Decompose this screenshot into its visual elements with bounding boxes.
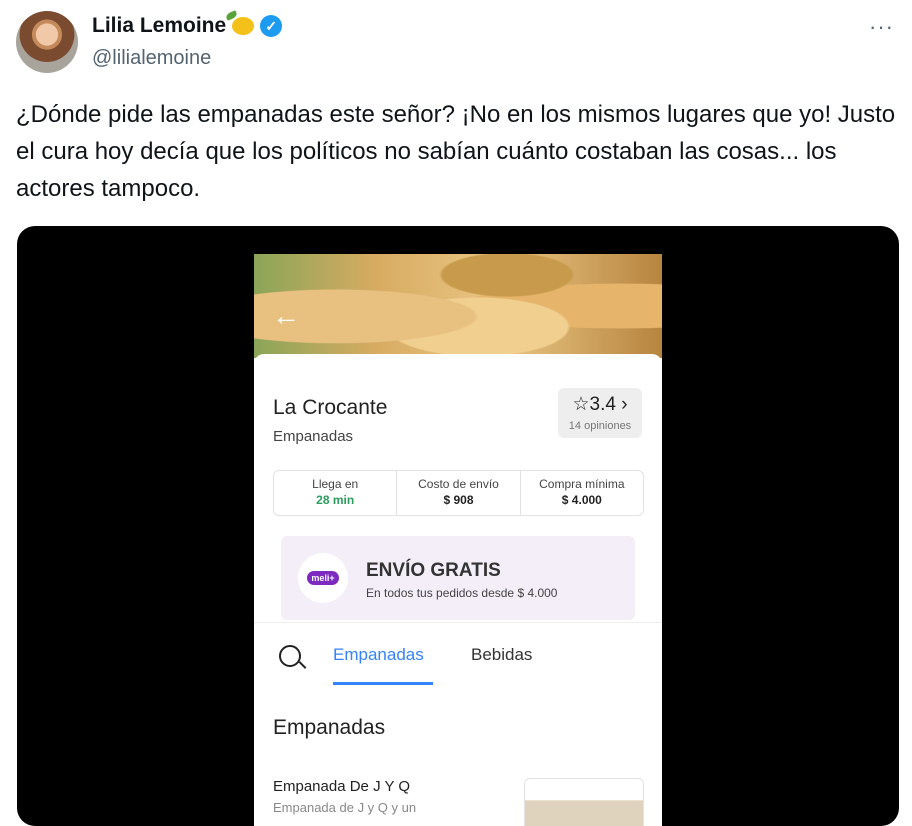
promo-subtitle: En todos tus pedidos desde $ 4.000: [366, 586, 558, 600]
rating-score: ☆3.4 ›: [572, 394, 628, 415]
avatar[interactable]: [16, 11, 78, 73]
store-card: La Crocante Empanadas ☆3.4 › 14 opinione…: [254, 354, 662, 826]
rating-box: ☆3.4 › 14 opiniones: [558, 388, 642, 438]
more-options-icon[interactable]: ···: [869, 14, 894, 40]
eta-info: Llega en 28 min: [274, 471, 398, 515]
author-name[interactable]: Lilia Lemoine ✓: [92, 14, 283, 38]
shipping-info: Costo de envío $ 908: [397, 471, 521, 515]
meli-plus-badge: meli+: [307, 571, 339, 585]
free-shipping-banner: meli+ ENVÍO GRATIS En todos tus pedidos …: [281, 536, 635, 620]
eta-value: 28 min: [316, 493, 355, 507]
active-tab-indicator: [333, 682, 433, 685]
tab-bebidas: Bebidas: [471, 645, 533, 664]
section-title: Empanadas: [273, 716, 386, 739]
back-arrow-icon: ←: [272, 300, 300, 331]
author-name-text[interactable]: Lilia Lemoine: [92, 14, 226, 38]
eta-label: Llega en: [312, 477, 359, 491]
minimum-info: Compra mínima $ 4.000: [521, 471, 643, 515]
minimum-label: Compra mínima: [539, 477, 625, 491]
menu-tabs: Empanadas Bebidas: [254, 622, 662, 685]
item-name: Empanada De J Y Q: [273, 778, 411, 795]
item-thumbnail: [524, 778, 644, 826]
verified-badge-icon: ✓: [260, 15, 283, 37]
shipping-value: $ 908: [443, 493, 474, 507]
lemon-emoji-icon: [232, 17, 255, 35]
author-handle[interactable]: @lilialemoine: [92, 47, 211, 70]
restaurant-category: Empanadas: [273, 428, 354, 445]
tweet-text: ¿Dónde pide las empanadas este señor? ¡N…: [16, 101, 896, 202]
hero-image: ←: [254, 254, 662, 358]
search-icon: [279, 645, 301, 667]
tab-empanadas: Empanadas: [333, 645, 424, 664]
meli-plus-logo-icon: meli+: [298, 553, 348, 603]
minimum-value: $ 4.000: [561, 493, 602, 507]
promo-title: ENVÍO GRATIS: [366, 560, 501, 581]
shipping-label: Costo de envío: [418, 477, 499, 491]
app-screenshot: ← La Crocante Empanadas ☆3.4 › 14 opinio…: [254, 254, 662, 826]
restaurant-name: La Crocante: [273, 396, 388, 419]
delivery-info: Llega en 28 min Costo de envío $ 908 Com…: [273, 470, 644, 516]
tweet-media[interactable]: ← La Crocante Empanadas ☆3.4 › 14 opinio…: [17, 226, 899, 826]
item-description: Empanada de J y Q y un: [273, 800, 417, 815]
review-count: 14 opiniones: [568, 420, 632, 432]
